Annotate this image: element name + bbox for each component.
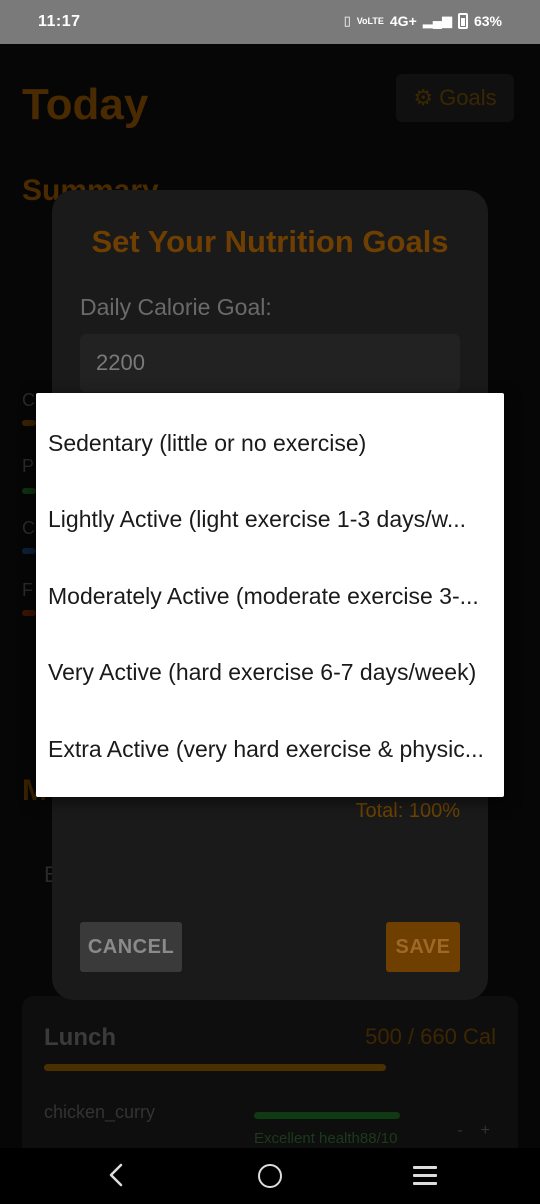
menu-item-label: Lightly Active (light exercise 1-3 days/… — [48, 505, 467, 532]
goals-button[interactable]: ⚙ Goals — [396, 74, 514, 122]
lunch-card: Lunch 500 / 660 Cal chicken_curry Excell… — [22, 996, 518, 1148]
minus-button[interactable]: - — [458, 1122, 463, 1139]
food-name: chicken_curry — [44, 1102, 156, 1122]
macro-total: Total: 100% — [355, 800, 460, 822]
summary-row-label: P — [22, 456, 35, 476]
page-title: Today — [22, 80, 149, 129]
status-bar: 11:17 ▯ VoLTE 4G+ ▂▄▆ 63% — [0, 0, 540, 44]
summary-bar — [22, 548, 36, 554]
save-button[interactable]: SAVE — [386, 922, 460, 972]
volte-label: VoLTE — [356, 16, 384, 26]
plus-button[interactable]: + — [481, 1122, 490, 1139]
food-health-text: Excellent health88/10 — [254, 1130, 398, 1147]
summary-bar — [22, 488, 36, 494]
lunch-progress-bar — [44, 1064, 386, 1071]
recents-icon[interactable] — [413, 1166, 437, 1186]
activity-level-menu: Sedentary (little or no exercise) Lightl… — [36, 393, 504, 797]
status-icons: ▯ VoLTE 4G+ ▂▄▆ 63% — [344, 13, 502, 29]
summary-bar — [22, 610, 36, 616]
menu-item-label: Sedentary (little or no exercise) — [48, 429, 367, 456]
dialog-title: Set Your Nutrition Goals — [91, 224, 449, 259]
vibrate-icon: ▯ — [343, 13, 351, 28]
food-quantity-controls[interactable]: - + — [458, 1122, 490, 1140]
summary-bar — [22, 420, 36, 426]
menu-item-moderately-active[interactable]: Moderately Active (moderate exercise 3-.… — [48, 558, 494, 634]
calorie-goal-input[interactable]: 2200 — [80, 334, 460, 392]
lunch-calories: 500 / 660 Cal — [365, 1024, 496, 1049]
menu-item-label: Moderately Active (moderate exercise 3-.… — [48, 582, 479, 609]
menu-item-label: Extra Active (very hard exercise & physi… — [48, 735, 484, 762]
network-label: 4G+ — [389, 13, 417, 29]
goals-button-label: Goals — [439, 85, 497, 110]
cancel-button[interactable]: CANCEL — [80, 922, 182, 972]
summary-row-label: F — [22, 580, 33, 600]
signal-icon: ▂▄▆ — [422, 13, 452, 28]
status-time: 11:17 — [38, 13, 81, 30]
lunch-title: Lunch — [44, 1024, 116, 1051]
food-health-bar — [254, 1112, 400, 1119]
menu-item-sedentary[interactable]: Sedentary (little or no exercise) — [48, 405, 494, 481]
menu-item-label: Very Active (hard exercise 6-7 days/week… — [48, 658, 477, 685]
battery-icon — [457, 13, 468, 29]
home-icon[interactable] — [258, 1164, 282, 1188]
gear-icon: ⚙ — [413, 85, 434, 110]
summary-row-label: C — [22, 518, 35, 538]
back-icon[interactable] — [106, 1162, 126, 1188]
summary-row-label: C — [22, 390, 35, 410]
calorie-goal-label: Daily Calorie Goal: — [80, 294, 272, 320]
battery-level: 63% — [473, 13, 502, 29]
menu-item-lightly-active[interactable]: Lightly Active (light exercise 1-3 days/… — [48, 481, 494, 557]
menu-item-extra-active[interactable]: Extra Active (very hard exercise & physi… — [48, 711, 494, 787]
system-nav-bar — [0, 1148, 540, 1204]
menu-item-very-active[interactable]: Very Active (hard exercise 6-7 days/week… — [48, 634, 494, 710]
